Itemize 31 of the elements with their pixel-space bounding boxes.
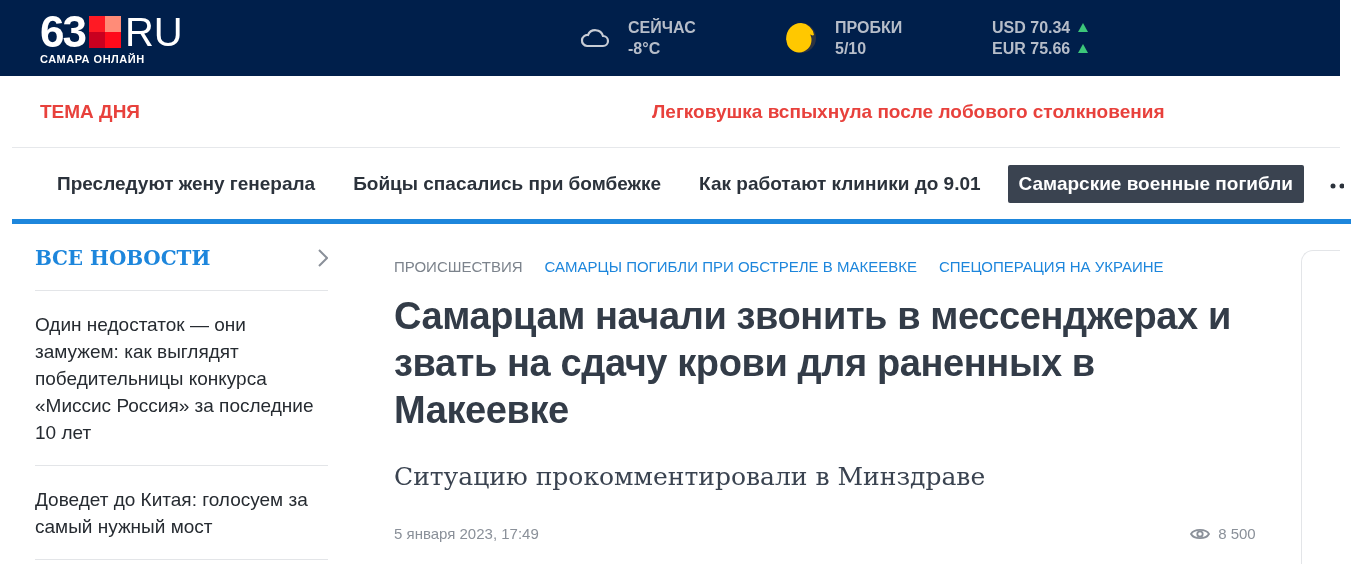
view-count: 8 500: [1218, 525, 1256, 542]
news-item-link[interactable]: Доведет до Китая: голосуем за самый нужный мост: [35, 466, 328, 560]
nav-tab[interactable]: Бойцы спасались при бомбежке: [342, 164, 673, 203]
article-title: Самарцам начали звонить в мессенджерах и звать на сдачу крови для раненных в Макеевке: [394, 294, 1232, 433]
logo-suffix[interactable]: RU: [124, 11, 183, 52]
more-dots-icon[interactable]: [1330, 182, 1344, 189]
cloud-icon: [580, 28, 610, 48]
publish-date: 5 января 2023, 17:49: [394, 525, 539, 542]
traffic-label: ПРОБКИ: [835, 18, 903, 38]
exchange-rate: USD 70.34: [992, 18, 1071, 38]
tag-link[interactable]: САМАРЦЫ ПОГИБЛИ ПРИ ОБСТРЕЛЕ В МАКЕЕВКЕ: [544, 258, 917, 275]
traffic-score: 5/10: [835, 39, 868, 59]
all-news-link[interactable]: ВСЕ НОВОСТИ: [35, 246, 211, 270]
logo-mark-icon: [88, 15, 121, 48]
topic-headline-link[interactable]: Легковушка вспыхнула после лобового столкновения: [652, 100, 1165, 123]
weather-label: СЕЙЧАС: [628, 17, 696, 38]
logo-tagline: САМАРА ОНЛАЙН: [40, 52, 146, 65]
logo-number[interactable]: 63: [40, 11, 85, 52]
news-item-link[interactable]: Один недостаток — они замужем: как выглядят победительницы конкурса «Миссис Россия» за последние 10 лет: [35, 291, 328, 466]
rubric-link[interactable]: ПРОИСШЕСТВИЯ: [394, 258, 523, 275]
chevron-right-icon[interactable]: [318, 249, 328, 267]
article-subtitle: Ситуацию прокомментировали в Минздраве: [394, 462, 987, 491]
temperature-value: -8°C: [628, 39, 662, 59]
nav-tab[interactable]: Самарские военные погибли: [1007, 164, 1304, 203]
tag-link[interactable]: СПЕЦОПЕРАЦИЯ НА УКРАИНЕ: [938, 258, 1164, 275]
eye-icon: [1190, 526, 1211, 541]
topic-label: ТЕМА ДНЯ: [40, 100, 142, 123]
traffic-icon: [785, 22, 817, 54]
nav-tab[interactable]: Как работают клиники до 9.01: [688, 164, 992, 203]
exchange-rate: EUR 75.66: [992, 39, 1071, 59]
nav-tab[interactable]: Преследуют жену генерала: [46, 164, 327, 203]
